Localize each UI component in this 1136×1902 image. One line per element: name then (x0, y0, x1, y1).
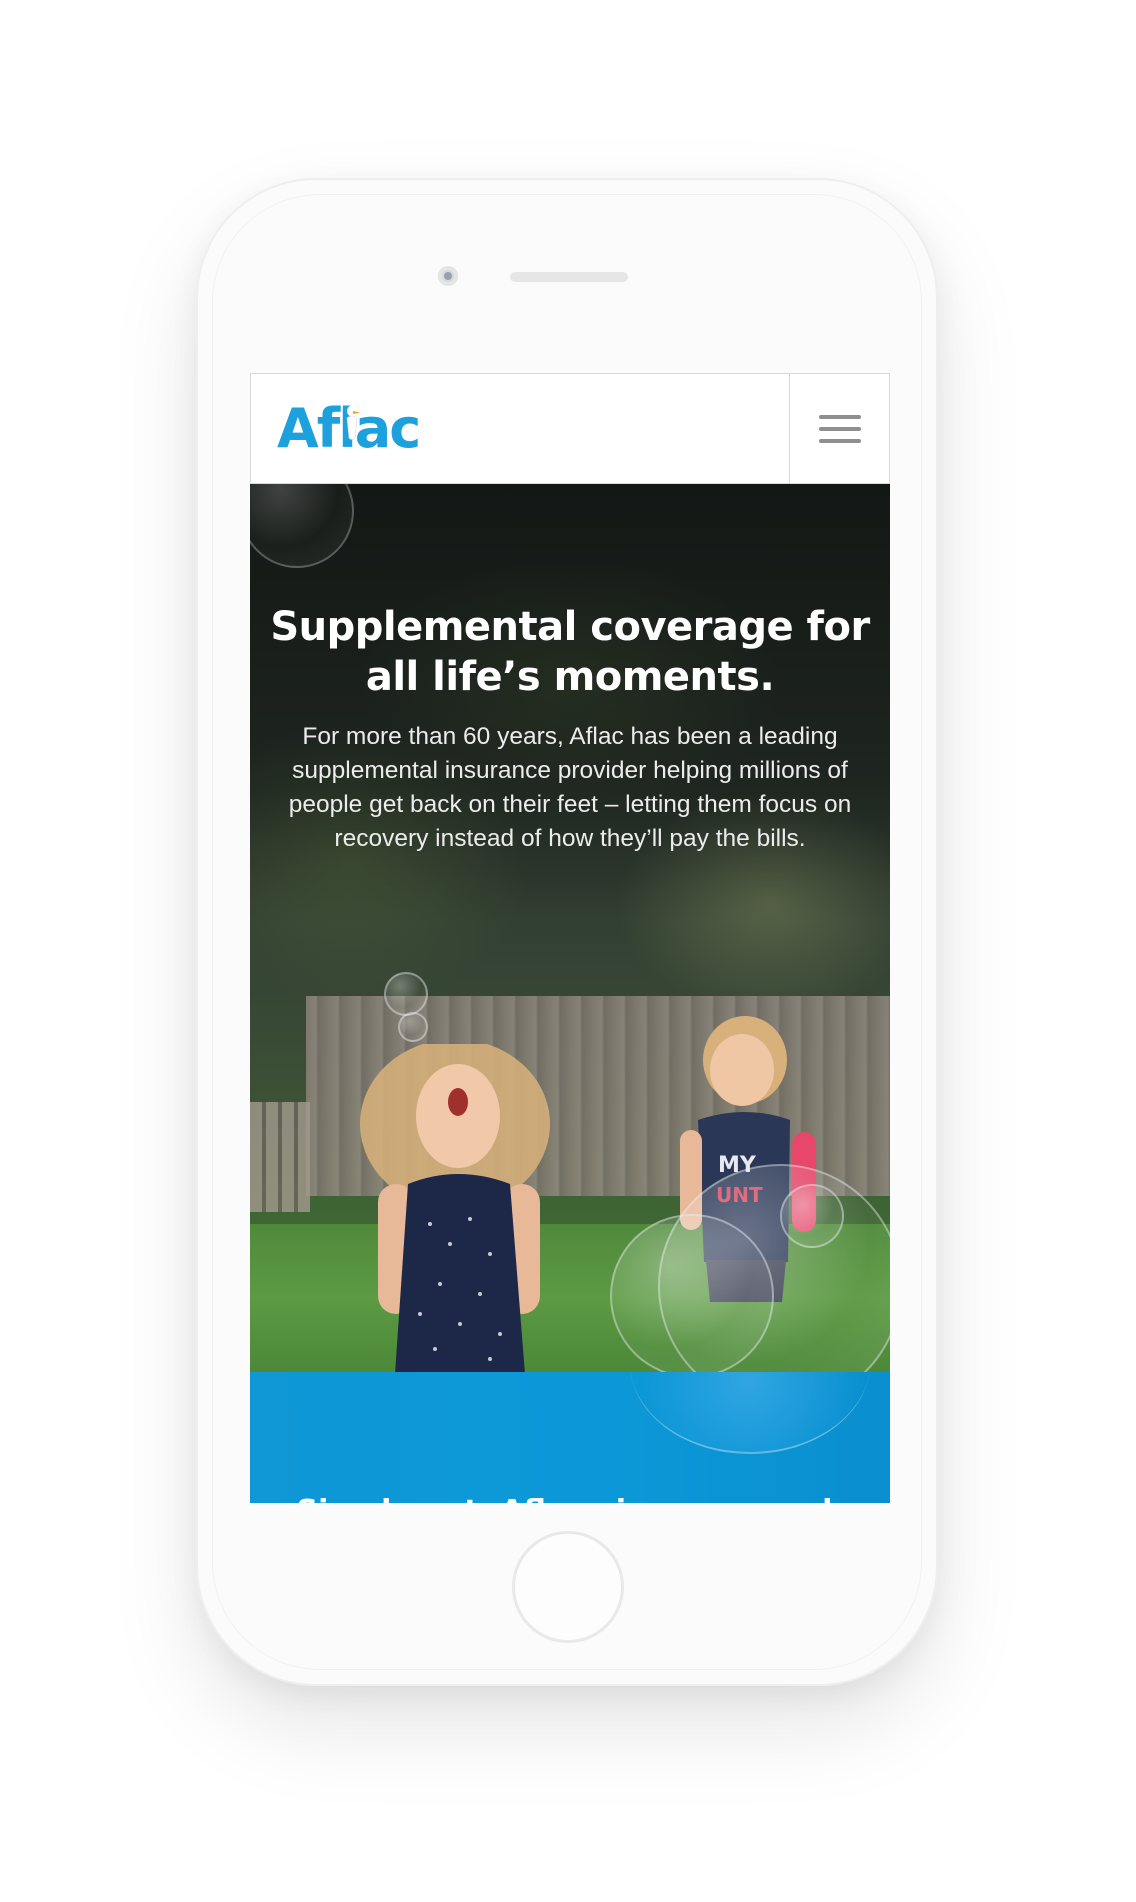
phone-screen: Aflac (250, 373, 890, 1503)
band-heading: Simply put, Aflac gives you cash (270, 1492, 870, 1503)
aflac-logo[interactable]: Aflac (277, 396, 421, 462)
soap-bubble (630, 1372, 870, 1454)
duck-logo-icon (346, 405, 360, 440)
blue-info-band: Simply put, Aflac gives you cash (250, 1372, 890, 1503)
hamburger-menu-icon (819, 414, 861, 443)
front-camera-icon (438, 266, 458, 286)
soap-bubble (384, 972, 428, 1016)
photo-picket-fence (250, 1102, 310, 1212)
hero-text-overlay (250, 484, 890, 924)
menu-button[interactable] (790, 374, 890, 483)
hero-description: For more than 60 years, Aflac has been a… (288, 723, 852, 852)
hero-title: Supplemental coverage for all life’s mom… (270, 604, 870, 700)
earpiece-speaker (510, 272, 628, 282)
home-button[interactable] (512, 1531, 624, 1643)
photo-girl-with-bubbles (360, 1044, 550, 1372)
site-header: Aflac (250, 373, 890, 484)
hero-section: MY UNT Supplemental coverage for all lif… (250, 484, 890, 1372)
soap-bubble (398, 1012, 428, 1042)
